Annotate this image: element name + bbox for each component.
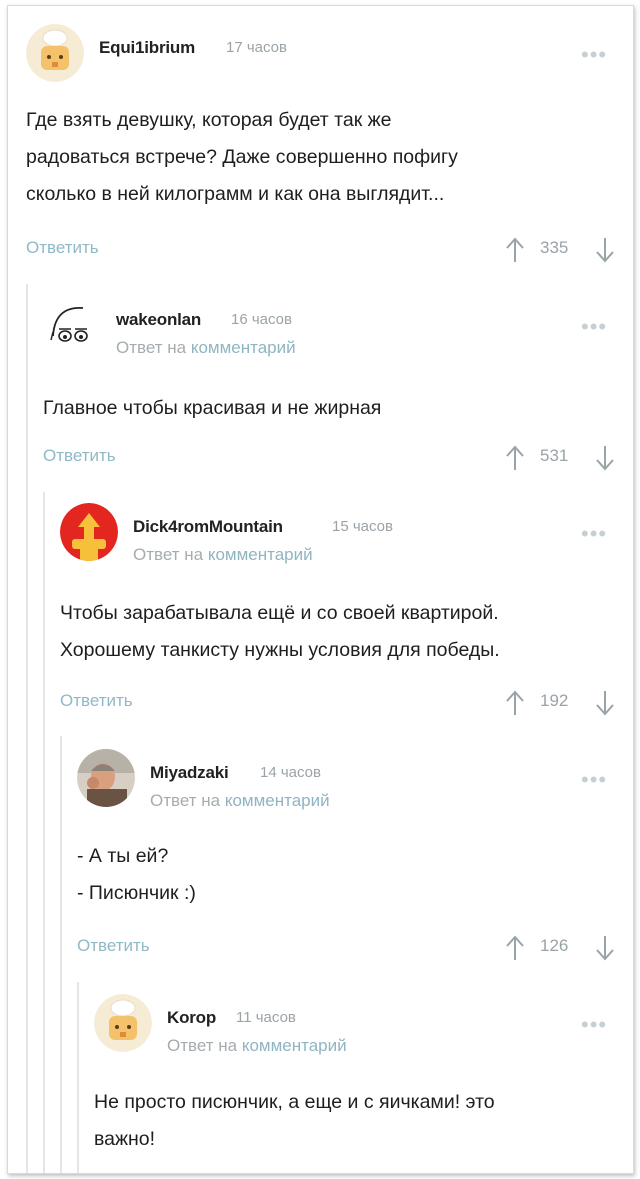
reply-prefix: Ответ на [167, 1036, 238, 1055]
comment-actions: Ответить 126 [77, 934, 618, 964]
more-menu-icon[interactable]: ••• [581, 521, 607, 547]
comment-actions: Ответить 192 [60, 689, 618, 719]
reply-button[interactable]: Ответить [77, 936, 150, 956]
reply-button[interactable]: Ответить [60, 691, 133, 711]
reply-comment-link[interactable]: комментарий [191, 338, 296, 357]
red-tank-avatar-icon[interactable] [60, 503, 118, 561]
author-name[interactable]: Miyadzaki [150, 763, 229, 783]
comment-dick4rommountain: Dick4romMountain 15 часов Ответ на комме… [60, 503, 618, 716]
downvote-arrow-icon[interactable] [594, 689, 616, 717]
comment-line: - Писюнчик :) [77, 882, 196, 904]
downvote-arrow-icon[interactable] [594, 236, 616, 264]
comment-body: Главное чтобы красивая и не жирная [43, 390, 618, 427]
reply-comment-link[interactable]: комментарий [242, 1036, 347, 1055]
reply-prefix: Ответ на [133, 545, 204, 564]
photo-avatar-icon[interactable] [77, 749, 135, 807]
rating-count: 531 [540, 446, 569, 465]
thread-line-2[interactable] [43, 492, 45, 1173]
reply-button[interactable]: Ответить [43, 446, 116, 466]
upvote-arrow-icon[interactable] [504, 444, 526, 472]
comment-line: Где взять девушку, которая будет так же [26, 109, 392, 131]
reply-prefix: Ответ на [116, 338, 187, 357]
thread-line-3[interactable] [60, 736, 62, 1173]
more-menu-icon[interactable]: ••• [581, 42, 607, 68]
more-menu-icon[interactable]: ••• [581, 314, 607, 340]
reply-reference: Ответ на комментарий [116, 338, 296, 358]
cat-chef-avatar-icon[interactable] [94, 994, 152, 1052]
comment-body: Где взять девушку, которая будет так же … [26, 102, 616, 213]
author-name[interactable]: Korop [167, 1008, 216, 1028]
downvote-arrow-icon[interactable] [594, 444, 616, 472]
author-name[interactable]: Dick4romMountain [133, 517, 283, 537]
comment-body: Чтобы зарабатывала ещё и со своей кварти… [60, 595, 618, 669]
comment-line: сколько в ней килограмм и как она выгляд… [26, 183, 445, 205]
comment-korop: Korop 11 часов Ответ на комментарий ••• … [94, 994, 618, 1150]
comment-actions: Ответить 335 [26, 236, 616, 266]
downvote-arrow-icon[interactable] [594, 934, 616, 962]
thread-line-1[interactable] [26, 284, 28, 1173]
cat-chef-avatar-icon[interactable] [26, 24, 84, 82]
reply-comment-link[interactable]: комментарий [208, 545, 313, 564]
comment-thread: Equi1ibrium 17 часов ••• Где взять девуш… [7, 5, 634, 1174]
comment-line: Хорошему танкисту нужны условия для побе… [60, 639, 500, 661]
reply-reference: Ответ на комментарий [133, 545, 313, 565]
reply-comment-link[interactable]: комментарий [225, 791, 330, 810]
more-menu-icon[interactable]: ••• [581, 767, 607, 793]
timestamp: 11 часов [236, 1009, 296, 1026]
comment-actions: Ответить 531 [43, 444, 618, 474]
comment-line: Главное чтобы красивая и не жирная [43, 397, 382, 419]
reply-reference: Ответ на комментарий [150, 791, 330, 811]
comment-body: Не просто писюнчик, а еще и с яичками! э… [94, 1084, 618, 1158]
reply-prefix: Ответ на [150, 791, 221, 810]
rating-count: 126 [540, 936, 569, 955]
comment-body: - А ты ей? - Писюнчик :) [77, 838, 618, 912]
upvote-arrow-icon[interactable] [504, 934, 526, 962]
reply-button[interactable]: Ответить [26, 238, 99, 258]
comment-wakeonlan: wakeonlan 16 часов Ответ на комментарий … [43, 296, 618, 471]
comment-line: - А ты ей? [77, 845, 169, 867]
timestamp: 16 часов [231, 311, 292, 328]
rating-count: 192 [540, 691, 569, 710]
upvote-arrow-icon[interactable] [504, 689, 526, 717]
comment-line: Чтобы зарабатывала ещё и со своей кварти… [60, 602, 499, 624]
reply-reference: Ответ на комментарий [167, 1036, 347, 1056]
timestamp: 17 часов [226, 39, 287, 56]
author-name[interactable]: Equi1ibrium [99, 38, 195, 58]
author-name[interactable]: wakeonlan [116, 310, 201, 330]
timestamp: 15 часов [332, 518, 393, 535]
timestamp: 14 часов [260, 764, 321, 781]
comment-line: Не просто писюнчик, а еще и с яичками! э… [94, 1091, 495, 1113]
comment-miyadzaki: Miyadzaki 14 часов Ответ на комментарий … [77, 749, 618, 961]
more-menu-icon[interactable]: ••• [581, 1012, 607, 1038]
comment-line: важно! [94, 1128, 156, 1150]
rating-count: 335 [540, 238, 569, 257]
thread-line-4[interactable] [77, 982, 79, 1173]
comment-line: радоваться встрече? Даже совершенно пофи… [26, 146, 458, 168]
sketch-face-avatar-icon[interactable] [43, 296, 101, 354]
upvote-arrow-icon[interactable] [504, 236, 526, 264]
comment-equi1ibrium: Equi1ibrium 17 часов ••• Где взять девуш… [26, 24, 616, 263]
